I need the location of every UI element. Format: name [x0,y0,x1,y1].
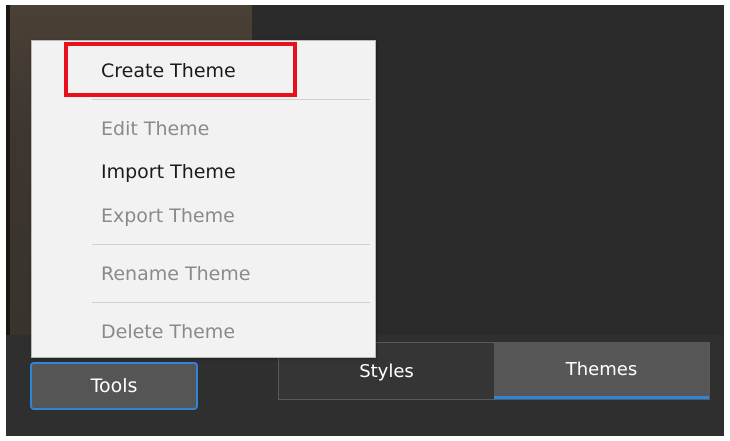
tools-button-label: Tools [90,375,138,397]
menu-item-export-theme[interactable]: Export Theme [101,200,235,232]
menu-item-edit-theme[interactable]: Edit Theme [101,113,209,145]
menu-item-import-theme[interactable]: Import Theme [101,156,236,188]
tools-button[interactable]: Tools [30,362,198,410]
menu-item-delete-theme[interactable]: Delete Theme [101,316,235,348]
menu-separator [92,302,370,303]
thumbnail-edge [6,5,10,335]
tab-themes[interactable]: Themes [494,343,709,399]
menu-separator [92,244,370,245]
tab-themes-label: Themes [565,359,638,380]
highlight-annotation-box [64,42,297,97]
tab-styles-label: Styles [359,360,414,382]
menu-separator [92,99,370,100]
menu-item-rename-theme[interactable]: Rename Theme [101,258,251,290]
